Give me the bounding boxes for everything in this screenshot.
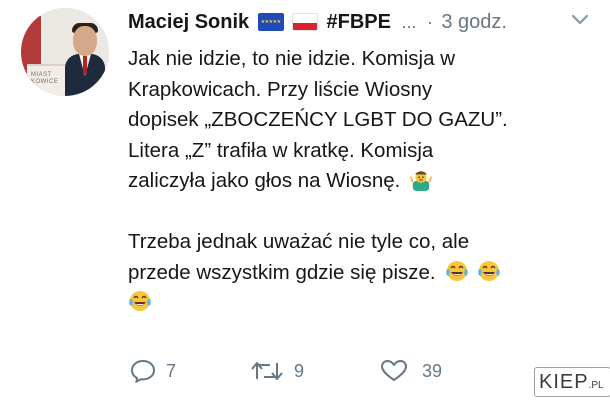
tweet: MIAST KOWICE Maciej Sonik ★★★★★ #FBPE ...…	[0, 0, 610, 400]
poland-flag-icon	[292, 12, 319, 31]
tweet-text-line: dopisek „ZBOCZEŃCY LGBT DO GAZU”.	[128, 108, 508, 131]
tweet-text-segment: przede wszystkim gdzie się pisze.	[128, 260, 436, 284]
tweet-text-line: Litera „Z” trafiła w kratkę. Komisja	[128, 138, 434, 162]
heart-icon	[381, 360, 407, 381]
author-hashtag: #FBPE	[326, 11, 391, 33]
tweet-text-line-with-emoji: zaliczyła jako głos na Wiosnę.	[128, 166, 598, 197]
like-count: 39	[422, 361, 443, 381]
tweet-text-line-with-emoji: przede wszystkim gdzie się pisze.	[128, 258, 598, 289]
tweet-text-line-with-emoji	[128, 288, 598, 319]
retweet-icon	[251, 362, 283, 380]
timestamp[interactable]: 3 godz.	[441, 11, 507, 33]
tears-of-joy-emoji	[129, 291, 151, 311]
watermark-main: KIEP	[539, 371, 589, 393]
separator-dot: ·	[426, 12, 433, 32]
reply-count: 7	[166, 361, 177, 381]
tweet-text-line: Jak nie idzie, to nie idzie. Komisja w	[128, 47, 456, 70]
author-name[interactable]: Maciej Sonik	[128, 11, 249, 33]
retweet-count: 9	[294, 361, 305, 381]
tweet-header: Maciej Sonik ★★★★★ #FBPE ... · 3 godz.	[128, 7, 507, 37]
tweet-text: Jak nie idzie, to nie idzie. Komisja w K…	[128, 44, 598, 319]
tears-of-joy-emoji	[478, 260, 500, 281]
avatar[interactable]: MIAST KOWICE	[21, 8, 109, 96]
tears-of-joy-emoji	[446, 260, 469, 281]
eu-flag-icon: ★★★★★	[257, 12, 284, 31]
watermark-tld: .PL	[588, 380, 604, 391]
name-truncation: ...	[401, 12, 417, 32]
tweet-text-segment: zaliczyła jako głos na Wiosnę.	[128, 169, 401, 192]
chevron-down-icon[interactable]	[568, 10, 592, 30]
tweet-text-line: Krapkowicach. Przy liście Wiosny	[128, 77, 433, 101]
reply-icon	[130, 359, 156, 383]
person-shrugging-emoji	[410, 171, 433, 191]
watermark-logo: KIEP.PL	[534, 367, 610, 397]
tweet-text-line: Trzeba jednak uważać nie tyle co, ale	[128, 230, 470, 253]
